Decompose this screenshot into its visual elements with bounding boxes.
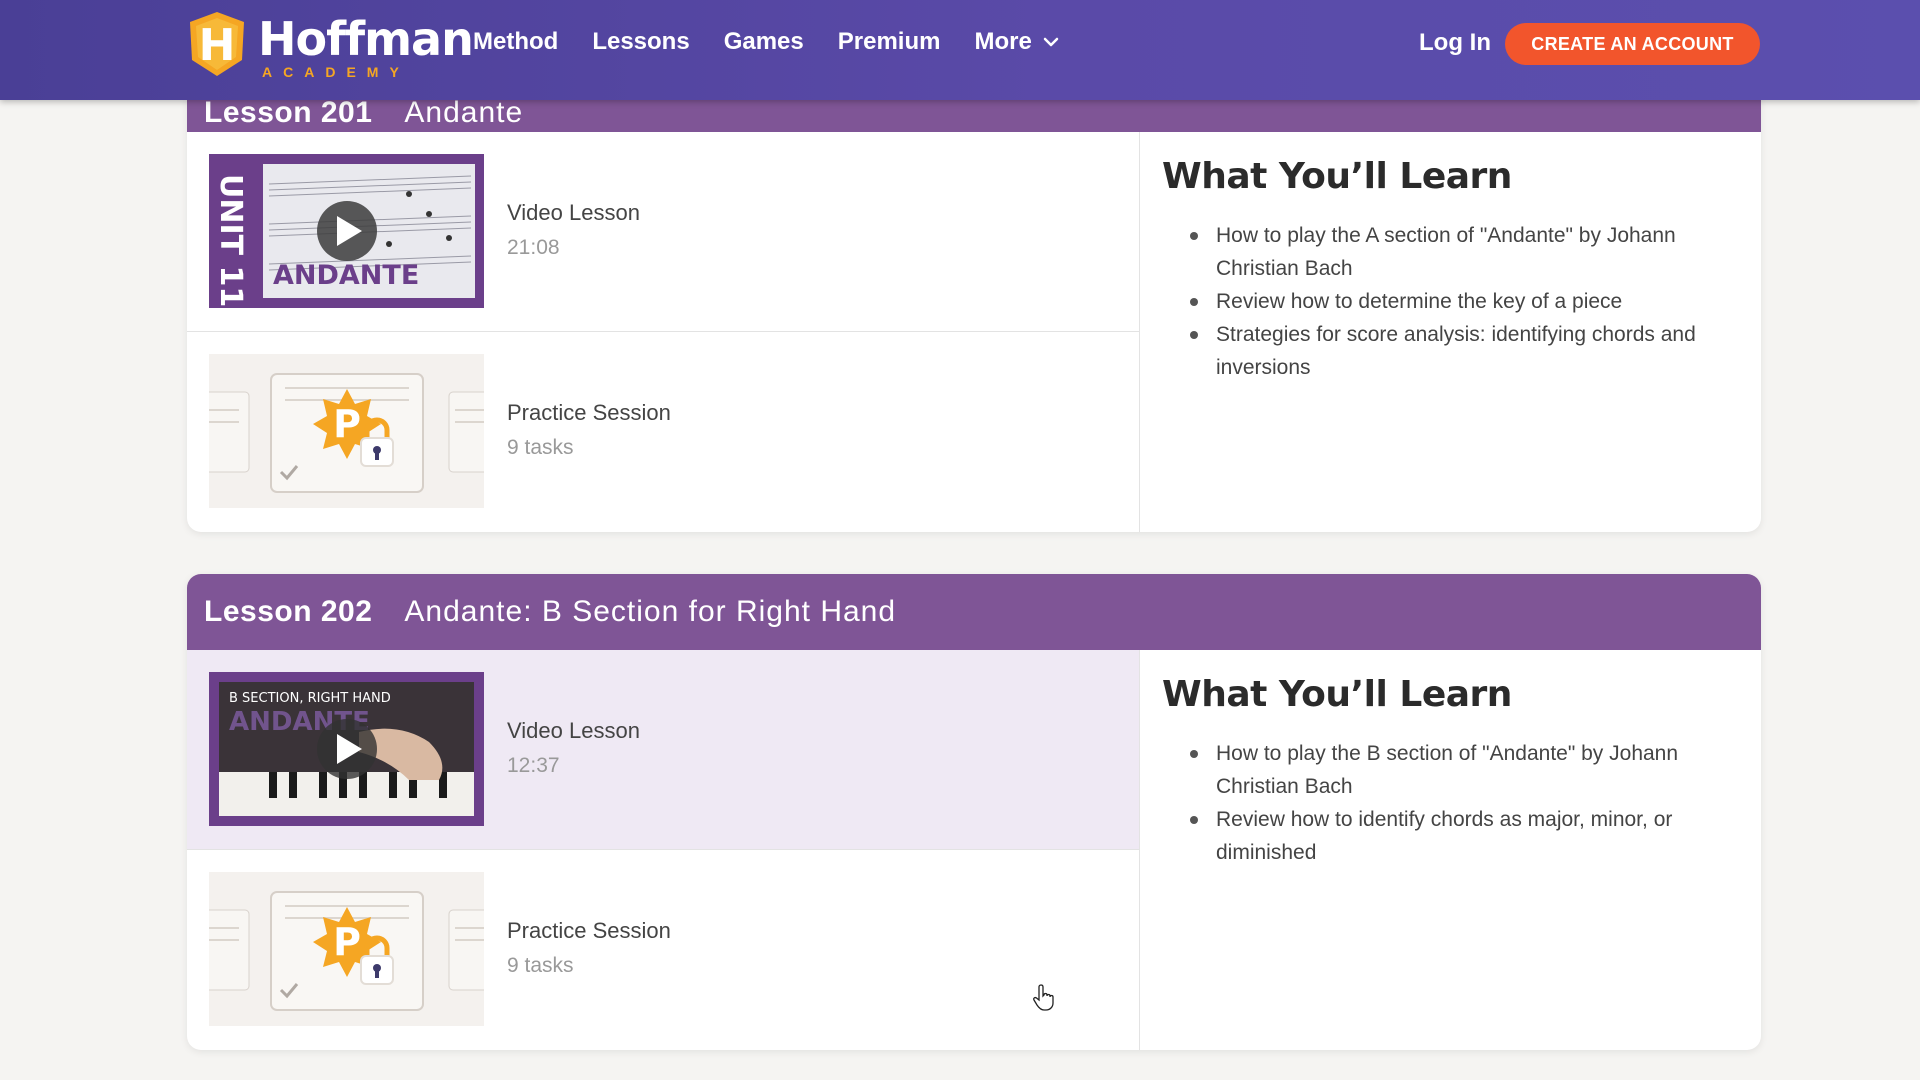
lesson-body: B SECTION, RIGHT HAND ANDANTE Video Less… (187, 650, 1761, 1050)
hoffman-logo[interactable]: H Hoffman ACADEMY (186, 10, 474, 90)
lesson-body: UNIT 11 ANDANTE Video Lesson 21:08 P Pra… (187, 132, 1761, 532)
video-thumbnail[interactable]: B SECTION, RIGHT HAND ANDANTE (209, 672, 484, 826)
lesson-card-201: Lesson 201 Andante UNIT 11 ANDANTE Video… (187, 60, 1761, 532)
practice-badge-letter: P (333, 920, 361, 964)
nav-games[interactable]: Games (724, 28, 804, 56)
practice-thumbnail[interactable]: P (209, 872, 484, 1026)
thumb-caption-text: B SECTION, RIGHT HAND (229, 691, 391, 706)
video-lesson-title: Video Lesson (507, 200, 640, 225)
learn-heading: What You’ll Learn (1162, 674, 1512, 715)
learn-item: Strategies for score analysis: identifyi… (1190, 318, 1739, 384)
lesson-header[interactable]: Lesson 202 Andante: B Section for Right … (187, 574, 1761, 650)
practice-thumbnail[interactable]: P (209, 354, 484, 508)
practice-session-title: Practice Session (507, 400, 671, 425)
practice-session-title: Practice Session (507, 918, 671, 943)
main-nav: Method Lessons Games Premium More (473, 28, 1094, 56)
lesson-items: B SECTION, RIGHT HAND ANDANTE Video Less… (187, 650, 1140, 1050)
nav-premium[interactable]: Premium (838, 28, 941, 56)
what-youll-learn-panel: What You’ll Learn How to play the B sect… (1140, 650, 1761, 1050)
practice-session-row[interactable]: P Practice Session 9 tasks (187, 332, 1139, 532)
practice-session-text: Practice Session 9 tasks (507, 918, 671, 978)
chevron-down-icon (1043, 37, 1059, 47)
svg-text:H: H (199, 20, 236, 71)
create-account-button[interactable]: CREATE AN ACCOUNT (1505, 23, 1760, 65)
lesson-number: Lesson 202 (204, 595, 373, 628)
learn-list: How to play the A section of "Andante" b… (1162, 219, 1739, 384)
video-lesson-title: Video Lesson (507, 718, 640, 743)
video-lesson-duration: 12:37 (507, 754, 560, 777)
login-link[interactable]: Log In (1419, 29, 1491, 57)
practice-session-text: Practice Session 9 tasks (507, 400, 671, 460)
thumb-unit-text: UNIT 11 (213, 174, 248, 307)
top-nav-bar: H Hoffman ACADEMY Method Lessons Games P… (0, 0, 1920, 100)
learn-item: How to play the A section of "Andante" b… (1190, 219, 1739, 285)
lesson-number: Lesson 201 (204, 96, 373, 129)
learn-item: Review how to identify chords as major, … (1190, 803, 1739, 869)
learn-list: How to play the B section of "Andante" b… (1162, 737, 1739, 869)
video-lesson-text: Video Lesson 12:37 (507, 718, 640, 778)
learn-item: How to play the B section of "Andante" b… (1190, 737, 1739, 803)
hand-pointer-icon (1033, 984, 1054, 1011)
video-lesson-row[interactable]: B SECTION, RIGHT HAND ANDANTE Video Less… (187, 650, 1139, 850)
practice-session-tasks: 9 tasks (507, 436, 574, 459)
logo-wordmark: Hoffman (258, 12, 474, 66)
logo-badge-icon: H (190, 12, 244, 76)
learn-heading: What You’ll Learn (1162, 156, 1512, 197)
lesson-card-202: Lesson 202 Andante: B Section for Right … (187, 574, 1761, 1050)
practice-session-tasks: 9 tasks (507, 954, 574, 977)
nav-more[interactable]: More (974, 28, 1059, 56)
lesson-title: Andante (404, 96, 524, 129)
nav-method[interactable]: Method (473, 28, 558, 56)
practice-badge-letter: P (333, 402, 361, 446)
thumb-title-text: ANDANTE (273, 260, 419, 291)
practice-session-row[interactable]: P Practice Session 9 tasks (187, 850, 1139, 1050)
video-lesson-text: Video Lesson 21:08 (507, 200, 640, 260)
video-lesson-row[interactable]: UNIT 11 ANDANTE Video Lesson 21:08 (187, 132, 1139, 332)
what-youll-learn-panel: What You’ll Learn How to play the A sect… (1140, 132, 1761, 532)
video-lesson-duration: 21:08 (507, 236, 560, 259)
lesson-items: UNIT 11 ANDANTE Video Lesson 21:08 P Pra… (187, 132, 1140, 532)
video-thumbnail[interactable]: UNIT 11 ANDANTE (209, 154, 484, 308)
learn-item: Review how to determine the key of a pie… (1190, 285, 1739, 318)
nav-more-label: More (974, 28, 1032, 55)
logo-subtitle: ACADEMY (262, 64, 410, 80)
nav-lessons[interactable]: Lessons (592, 28, 689, 56)
lesson-title: Andante: B Section for Right Hand (404, 595, 897, 628)
